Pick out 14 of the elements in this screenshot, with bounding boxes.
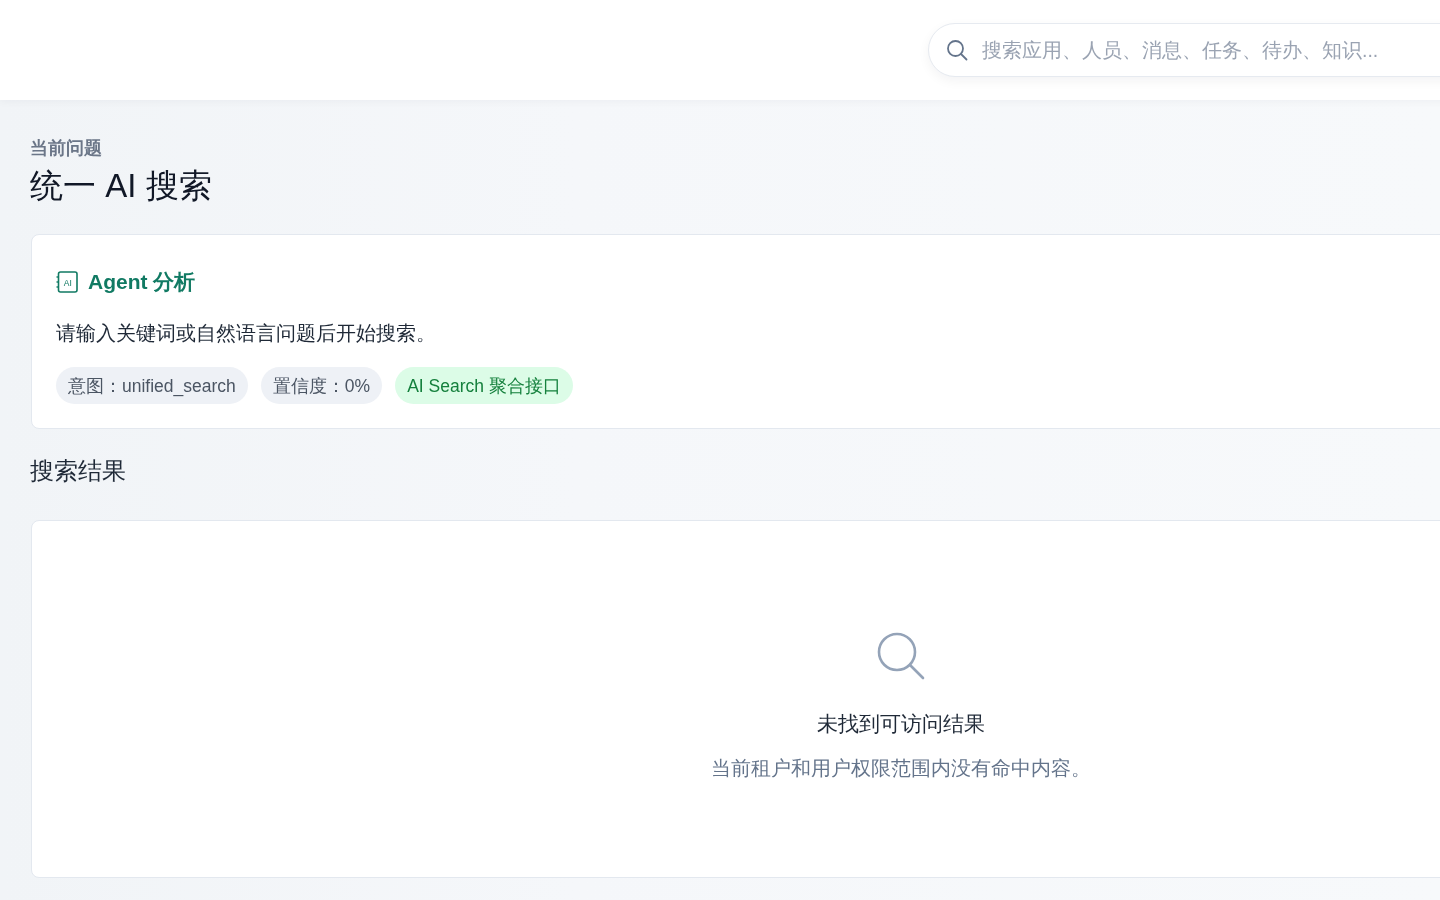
page-title: 统一 AI 搜索 xyxy=(30,166,213,206)
card-title: Agent 分析 xyxy=(88,269,196,295)
tag: 置信度：0% xyxy=(260,367,383,404)
section-heading: 搜索结果 xyxy=(30,456,127,486)
search-icon xyxy=(876,632,925,680)
section-label: 当前问题 xyxy=(30,137,103,160)
ai-chip-icon: AI xyxy=(56,271,78,293)
tag: AI Search 聚合接口 xyxy=(395,367,573,404)
empty-state-title: 未找到可访问结果 xyxy=(816,711,985,737)
search-field[interactable]: 搜索应用、人员、消息、任务、待办、知识... xyxy=(928,23,1440,77)
search-icon xyxy=(946,39,968,61)
tag: 意图：unified_search xyxy=(56,367,248,404)
empty-state-description: 当前租户和用户权限范围内没有命中内容。 xyxy=(710,756,1091,781)
card-message: 请输入关键词或自然语言问题后开始搜索。 xyxy=(56,321,437,346)
